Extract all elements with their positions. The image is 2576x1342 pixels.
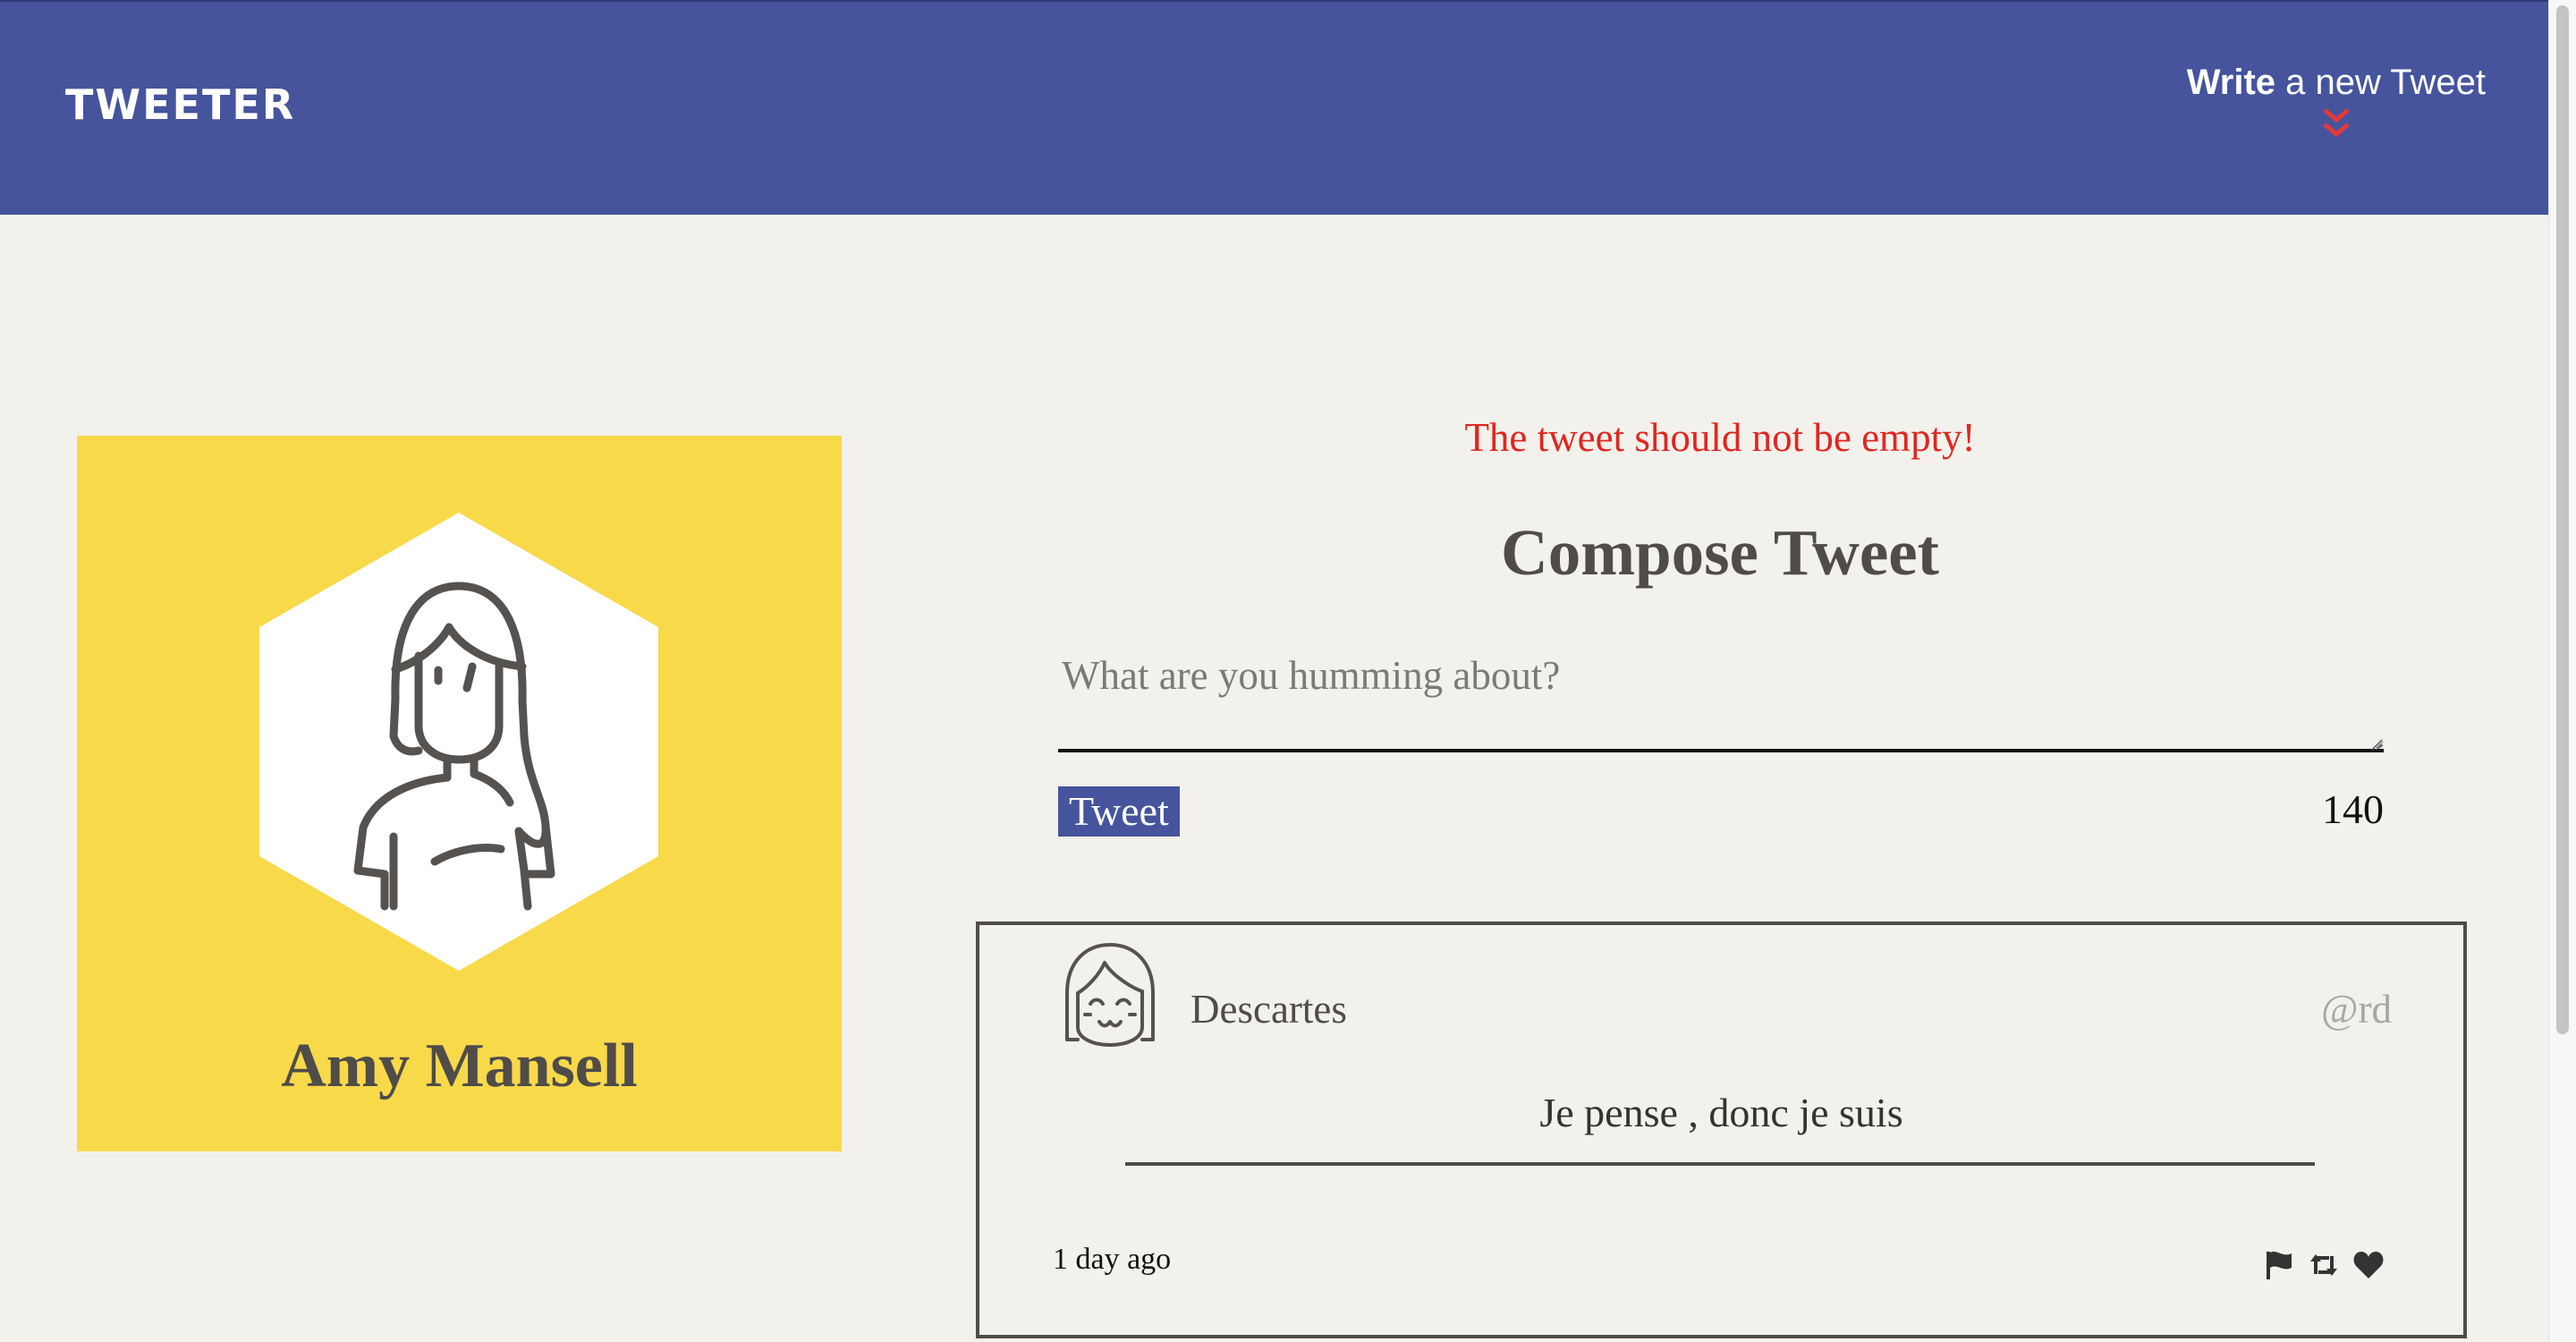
flag-icon[interactable] (2263, 1249, 2295, 1281)
smiling-girl-avatar-icon (1065, 943, 1155, 1047)
brand-logo[interactable]: TWEETER (65, 81, 295, 129)
tweet-textarea[interactable] (1058, 640, 2384, 752)
double-chevron-down-icon (2323, 108, 2350, 138)
scrollbar-thumb[interactable] (2556, 5, 2569, 1034)
write-label: Write (2186, 63, 2276, 102)
write-new-tweet-toggle[interactable]: Write a new Tweet (2187, 63, 2486, 140)
character-counter: 140 (2322, 786, 2384, 832)
tweet-timestamp: 1 day ago (1053, 1243, 1172, 1276)
resize-grip-icon[interactable] (2370, 738, 2383, 751)
heart-icon[interactable] (2352, 1249, 2385, 1281)
retweet-icon[interactable] (2308, 1249, 2340, 1281)
page-scrollbar[interactable] (2548, 0, 2576, 1342)
top-nav: TWEETER Write a new Tweet (0, 0, 2548, 215)
compose-title: Compose Tweet (1501, 516, 1939, 589)
tweet-author-name: Descartes (1191, 987, 1347, 1032)
error-message: The tweet should not be empty! (1464, 415, 1976, 460)
tweet-submit-button[interactable]: Tweet (1058, 786, 1180, 837)
new-tweet-label: a new Tweet (2275, 63, 2486, 102)
tweet-actions (2263, 1249, 2385, 1281)
tweet-content: Je pense , donc je suis (1539, 1090, 1903, 1135)
woman-avatar-icon (259, 513, 658, 971)
tweet-divider (1125, 1162, 2315, 1166)
tweet-author-handle: @rd (2321, 987, 2392, 1032)
tweet-card: Descartes @rd Je pense , donc je suis 1 … (976, 922, 2467, 1338)
profile-card: Amy Mansell (77, 436, 842, 1151)
profile-name: Amy Mansell (281, 1032, 638, 1100)
